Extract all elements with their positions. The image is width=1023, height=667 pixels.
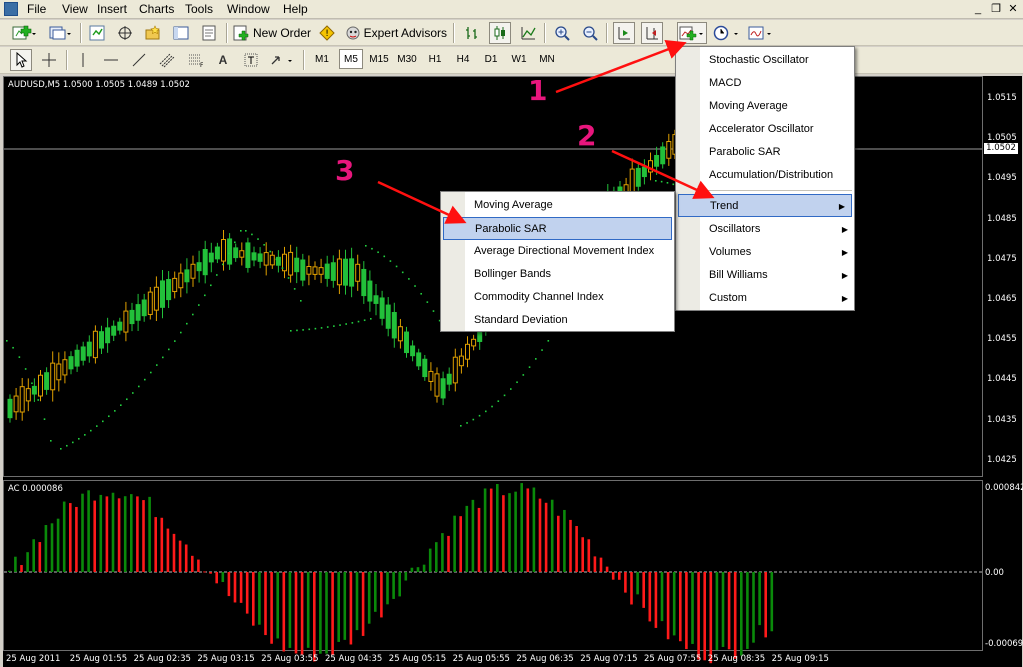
annotation-arrow-3	[377, 180, 467, 224]
annotation-arrow-1	[555, 39, 687, 94]
annotation-number-2: 2	[577, 119, 597, 152]
annotation-arrows	[377, 39, 715, 224]
annotation-arrow-2	[611, 149, 715, 199]
annotation-number-3: 3	[335, 154, 355, 187]
annotation-number-1: 1	[528, 74, 548, 107]
